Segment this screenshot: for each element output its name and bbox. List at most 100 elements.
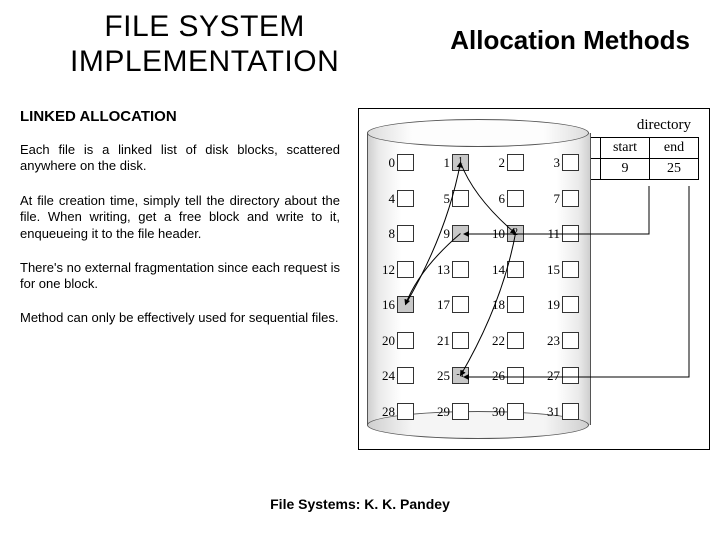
block-cell: 12 (367, 258, 422, 280)
block-box (562, 296, 579, 313)
block-number: 27 (532, 368, 560, 384)
block-box (397, 190, 414, 207)
block-value: 2 (509, 227, 522, 238)
block-number: 0 (367, 155, 395, 171)
block-cell: 13 (422, 258, 477, 280)
block-cell: 0 (367, 151, 422, 173)
block-number: 10 (477, 226, 505, 242)
block-cell: 11 (532, 222, 587, 244)
block-box (562, 190, 579, 207)
page-footer: File Systems: K. K. Pandey (0, 496, 720, 512)
block-row: 0 112 3 (367, 151, 589, 173)
block-box (452, 190, 469, 207)
block-cell: 20 (367, 329, 422, 351)
block-row: 12131415 (367, 258, 589, 280)
block-cell: 16 (367, 293, 422, 315)
block-cell: 22 (477, 329, 532, 351)
block-number: 4 (367, 191, 395, 207)
block-cell: 4 (367, 187, 422, 209)
dir-end: 25 (650, 159, 699, 180)
block-box (397, 154, 414, 171)
block-number: 29 (422, 404, 450, 420)
block-value: -1 (454, 369, 467, 380)
block-box (562, 225, 579, 242)
block-box (452, 403, 469, 420)
block-cell: 8 (367, 222, 422, 244)
block-cell: 9 (422, 222, 477, 244)
block-number: 8 (367, 226, 395, 242)
block-number: 30 (477, 404, 505, 420)
block-box (397, 403, 414, 420)
block-row: 24 25 -1 26 27 (367, 364, 589, 386)
block-cell: 26 (477, 364, 532, 386)
block-box (397, 367, 414, 384)
block-box (507, 261, 524, 278)
block-number: 23 (532, 333, 560, 349)
block-number: 3 (532, 155, 560, 171)
page-title-right: Allocation Methods (450, 25, 690, 56)
block-cell: 21 (422, 329, 477, 351)
block-box (507, 332, 524, 349)
section-heading: LINKED ALLOCATION (20, 108, 177, 125)
dir-header-end: end (650, 138, 699, 159)
block-box (452, 261, 469, 278)
block-number: 31 (532, 404, 560, 420)
block-row: 4 5 6 7 (367, 187, 589, 209)
block-box (562, 154, 579, 171)
block-box (397, 296, 414, 313)
block-number: 16 (367, 297, 395, 313)
block-box (507, 154, 524, 171)
block-number: 13 (422, 262, 450, 278)
block-number: 5 (422, 191, 450, 207)
block-number: 6 (477, 191, 505, 207)
block-cell: 24 (367, 364, 422, 386)
dir-start: 9 (601, 159, 650, 180)
directory-label: directory (637, 117, 691, 134)
block-cell: 11 (422, 151, 477, 173)
block-box (452, 332, 469, 349)
block-number: 28 (367, 404, 395, 420)
block-cell: 31 (532, 400, 587, 422)
block-number: 2 (477, 155, 505, 171)
block-box (562, 367, 579, 384)
block-box (397, 225, 414, 242)
block-cell: 30 (477, 400, 532, 422)
block-value: 1 (454, 156, 467, 167)
block-number: 19 (532, 297, 560, 313)
block-box (562, 403, 579, 420)
block-row: 20 21 2223 (367, 329, 589, 351)
block-number: 14 (477, 262, 505, 278)
block-number: 12 (367, 262, 395, 278)
block-number: 7 (532, 191, 560, 207)
block-number: 25 (422, 368, 450, 384)
block-number: 26 (477, 368, 505, 384)
paragraph-2: At file creation time, simply tell the d… (20, 193, 340, 242)
linked-allocation-diagram: directory file start end jeep 9 25 01123… (358, 108, 710, 450)
block-cell: 7 (532, 187, 587, 209)
block-cell: 17 (422, 293, 477, 315)
block-box (452, 225, 469, 242)
block-cell: 14 (477, 258, 532, 280)
block-cell: 23 (532, 329, 587, 351)
block-box (397, 261, 414, 278)
block-number: 18 (477, 297, 505, 313)
paragraph-3: There's no external fragmentation since … (20, 260, 340, 293)
cylinder-top (367, 119, 589, 147)
block-box (507, 296, 524, 313)
block-number: 11 (532, 226, 560, 242)
block-cell: 29 (422, 400, 477, 422)
block-number: 24 (367, 368, 395, 384)
block-number: 17 (422, 297, 450, 313)
disk-cylinder: 0112345678910211121314151617181920212223… (367, 119, 589, 439)
block-number: 20 (367, 333, 395, 349)
block-box (507, 403, 524, 420)
block-cell: 18 (477, 293, 532, 315)
block-cell: 2 (477, 151, 532, 173)
block-cell: 27 (532, 364, 587, 386)
block-row: 8 9 10 2 11 (367, 222, 589, 244)
block-box (397, 332, 414, 349)
block-cell: 6 (477, 187, 532, 209)
block-cell: 19 (532, 293, 587, 315)
block-number: 9 (422, 226, 450, 242)
block-number: 21 (422, 333, 450, 349)
